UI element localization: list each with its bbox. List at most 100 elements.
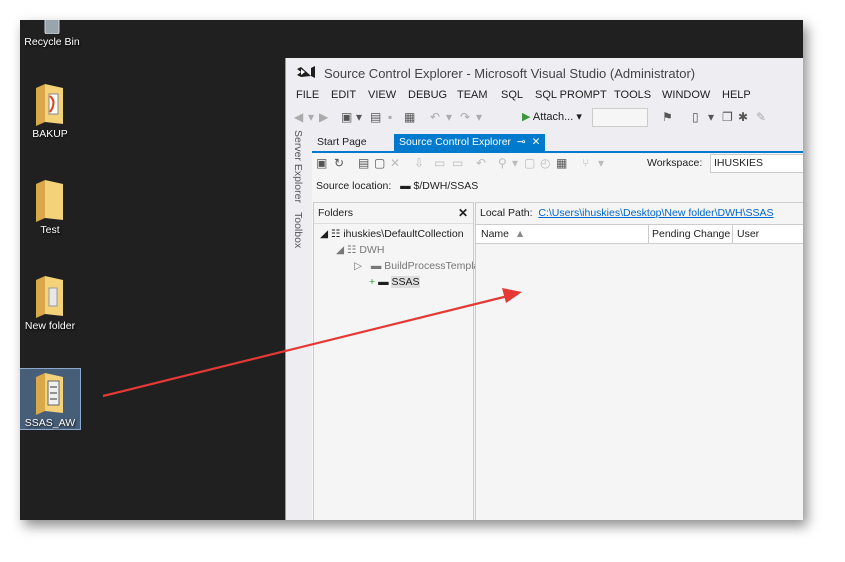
dropdown-icon[interactable]: ▾ xyxy=(708,110,714,124)
attach-button[interactable]: ▶ Attach... ▾ xyxy=(522,110,582,123)
workspace-dropdown[interactable]: IHUSKIES xyxy=(710,154,803,173)
tree-node-build-process-templates[interactable]: ▷ ▬ BuildProcessTemplates xyxy=(354,260,493,272)
title-bar: Source Control Explorer - Microsoft Visu… xyxy=(286,58,803,86)
branch-icon[interactable]: ⑂ xyxy=(582,156,589,170)
save-all-icon[interactable]: ▦ xyxy=(404,110,415,124)
workspace-label: Workspace: xyxy=(647,157,703,169)
menu-file[interactable]: FILE xyxy=(296,89,319,101)
column-divider[interactable] xyxy=(732,225,733,243)
tools-icon[interactable]: ✎ xyxy=(756,110,766,124)
menu-tools[interactable]: TOOLS xyxy=(614,89,651,101)
local-path-link[interactable]: C:\Users\ihuskies\Desktop\New folder\DWH… xyxy=(538,207,773,219)
menu-bar: FILE EDIT VIEW DEBUG TEAM SQL SQL PROMPT… xyxy=(286,86,803,106)
find-icon[interactable]: ⚑ xyxy=(662,110,673,124)
tab-source-control-explorer[interactable]: Source Control Explorer ⊸ ✕ xyxy=(394,134,546,151)
chevron-down-icon: ▾ xyxy=(576,111,582,123)
column-divider[interactable] xyxy=(648,225,649,243)
play-icon: ▶ xyxy=(522,111,531,123)
dropdown-icon[interactable]: ▾ xyxy=(598,156,604,170)
menu-team[interactable]: TEAM xyxy=(457,89,488,101)
document-tabs: Start Page Source Control Explorer ⊸ ✕ xyxy=(312,134,803,151)
local-path-bar: Local Path: C:\Users\ihuskies\Desktop\Ne… xyxy=(480,207,774,219)
desktop-icon-test[interactable]: Test xyxy=(20,178,82,236)
column-name[interactable]: Name ▲ xyxy=(481,228,525,240)
forward-icon[interactable]: ▶ xyxy=(319,110,328,124)
menu-view[interactable]: VIEW xyxy=(368,89,396,101)
new-project-icon[interactable]: ▣ xyxy=(341,110,352,124)
pin-icon[interactable]: ✱ xyxy=(738,110,748,124)
desktop-icon-ssas-aw[interactable]: SSAS_AW xyxy=(20,368,81,430)
desktop-icon-label: Recycle Bin xyxy=(24,36,80,48)
redo-icon[interactable]: ↷ xyxy=(460,110,470,124)
open-file-icon[interactable]: ▤ xyxy=(370,110,381,124)
folders-title: Folders xyxy=(318,207,354,219)
add-items-icon[interactable]: ▢ xyxy=(374,156,385,170)
undo-pending-icon[interactable]: ↶ xyxy=(476,156,486,170)
tree-node-collection[interactable]: ◢ ☷ ihuskies\DefaultCollection xyxy=(320,228,464,240)
dropdown-icon[interactable]: ▾ xyxy=(512,156,518,170)
folder-icon: ▬ xyxy=(370,260,382,272)
menu-sql[interactable]: SQL xyxy=(501,89,523,101)
menu-edit[interactable]: EDIT xyxy=(331,89,356,101)
check-in-icon[interactable]: ▭ xyxy=(452,156,463,170)
expand-icon[interactable]: ▷ xyxy=(354,260,362,272)
source-location-bar: Source location: ▬ $/DWH/SSAS xyxy=(316,180,478,192)
folders-header: Folders ✕ xyxy=(314,203,473,224)
dropdown-icon[interactable]: ▾ xyxy=(476,110,482,124)
file-icon[interactable]: ▯ xyxy=(692,110,699,124)
desktop-icon-bakup[interactable]: BAKUP xyxy=(20,82,82,140)
column-user[interactable]: User xyxy=(737,228,759,240)
source-control-toolbar: ▣ ↻ ▤ ▢ ✕ ⇩ ▭ ▭ ↶ ⚲ ▾ ▢ ◴ ▦ ⑂ ▾ Workspac… xyxy=(312,153,803,175)
menu-sql-prompt[interactable]: SQL PROMPT xyxy=(535,89,607,101)
side-tool-strip: Server Explorer Toolbox xyxy=(286,130,312,520)
tab-server-explorer[interactable]: Server Explorer xyxy=(292,130,304,203)
folder-icon: ▬ xyxy=(378,276,389,288)
column-pending-change[interactable]: Pending Change xyxy=(652,228,730,240)
dropdown-icon[interactable]: ▾ xyxy=(356,110,362,124)
save-icon[interactable]: ▪ xyxy=(388,110,392,124)
check-out-icon[interactable]: ▭ xyxy=(434,156,445,170)
shelve-icon[interactable]: ▢ xyxy=(524,156,535,170)
visual-studio-window: Source Control Explorer - Microsoft Visu… xyxy=(285,58,803,520)
delete-icon[interactable]: ✕ xyxy=(390,156,400,170)
sort-ascending-icon: ▲ xyxy=(514,228,526,240)
history-icon[interactable]: ◴ xyxy=(540,156,550,170)
new-folder-icon[interactable]: ▤ xyxy=(358,156,369,170)
dropdown-icon[interactable]: ▾ xyxy=(446,110,452,124)
folder-icon xyxy=(36,373,63,415)
get-latest-icon[interactable]: ⇩ xyxy=(414,156,424,170)
menu-debug[interactable]: DEBUG xyxy=(408,89,447,101)
tree-node-ssas[interactable]: + ▬ SSAS xyxy=(369,276,420,288)
expand-icon[interactable]: ◢ xyxy=(320,228,328,240)
desktop: Recycle Bin BAKUP Test New folder SSAS_A… xyxy=(20,20,803,520)
desktop-icon-label: SSAS_AW xyxy=(24,417,76,429)
recycle-bin-icon xyxy=(44,20,60,34)
annotate-icon[interactable]: ▦ xyxy=(556,156,567,170)
tab-label: Source Control Explorer xyxy=(399,136,512,148)
tab-toolbox[interactable]: Toolbox xyxy=(292,212,304,248)
source-location-value[interactable]: $/DWH/SSAS xyxy=(413,180,478,192)
close-icon[interactable]: ✕ xyxy=(458,203,468,223)
compare-icon[interactable]: ⚲ xyxy=(498,156,507,170)
folder-icon xyxy=(36,276,63,318)
tab-start-page[interactable]: Start Page xyxy=(312,134,372,151)
desktop-icon-label: Test xyxy=(40,224,60,236)
desktop-icon-new-folder[interactable]: New folder xyxy=(20,274,82,332)
windows-icon[interactable]: ❐ xyxy=(722,110,733,124)
workspace-icon[interactable]: ▣ xyxy=(316,156,327,170)
dropdown-icon[interactable]: ▾ xyxy=(308,110,314,124)
undo-icon[interactable]: ↶ xyxy=(430,110,440,124)
secondary-toolbar: ⚑ ▯ ▾ ❐ ✱ ✎ xyxy=(656,107,803,129)
back-icon[interactable]: ◀ xyxy=(294,110,303,124)
source-location-label: Source location: xyxy=(316,180,392,192)
menu-window[interactable]: WINDOW xyxy=(662,89,710,101)
solution-config-dropdown[interactable] xyxy=(592,108,648,127)
expand-icon[interactable]: ◢ xyxy=(336,244,344,256)
close-tab-icon[interactable]: ✕ xyxy=(532,136,541,148)
refresh-icon[interactable]: ↻ xyxy=(334,156,344,170)
pin-tab-icon[interactable]: ⊸ xyxy=(517,136,526,148)
desktop-icon-recycle-bin[interactable]: Recycle Bin xyxy=(20,20,84,48)
tree-node-dwh[interactable]: ◢ ☷ DWH xyxy=(336,244,384,256)
source-control-explorer: ▣ ↻ ▤ ▢ ✕ ⇩ ▭ ▭ ↶ ⚲ ▾ ▢ ◴ ▦ ⑂ ▾ Workspac… xyxy=(312,151,803,520)
menu-help[interactable]: HELP xyxy=(722,89,751,101)
